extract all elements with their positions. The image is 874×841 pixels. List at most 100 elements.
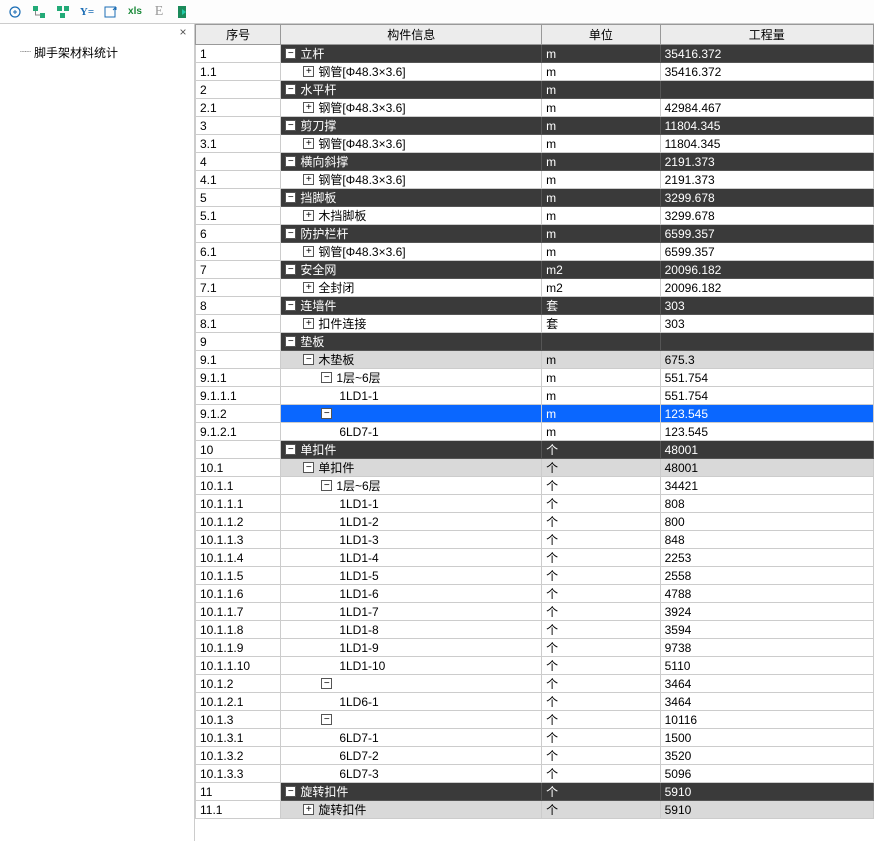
table-row[interactable]: 3.1+钢管[Φ48.3×3.6]m11804.345 bbox=[196, 135, 874, 153]
table-row[interactable]: 9.1.1−1层~6层m551.754 bbox=[196, 369, 874, 387]
table-row[interactable]: 10.1.1.91LD1-9个9738 bbox=[196, 639, 874, 657]
table-row[interactable]: 9.1.2.16LD7-1m123.545 bbox=[196, 423, 874, 441]
cell-unit: 个 bbox=[542, 567, 661, 585]
col-qty[interactable]: 工程量 bbox=[660, 25, 873, 45]
table-row[interactable]: 10.1.2−个3464 bbox=[196, 675, 874, 693]
table-row[interactable]: 7−安全网m220096.182 bbox=[196, 261, 874, 279]
node1-icon[interactable] bbox=[28, 2, 50, 22]
cell-qty: 35416.372 bbox=[660, 63, 873, 81]
table-row[interactable]: 9.1−木垫板m675.3 bbox=[196, 351, 874, 369]
table-row[interactable]: 10.1.3.26LD7-2个3520 bbox=[196, 747, 874, 765]
collapse-icon[interactable]: − bbox=[285, 48, 296, 59]
table-row[interactable]: 10.1.2.11LD6-1个3464 bbox=[196, 693, 874, 711]
collapse-icon[interactable]: − bbox=[285, 84, 296, 95]
expand-icon[interactable]: + bbox=[303, 174, 314, 185]
e-icon[interactable]: E bbox=[148, 2, 170, 22]
table-row[interactable]: 6.1+钢管[Φ48.3×3.6]m6599.357 bbox=[196, 243, 874, 261]
xls-icon[interactable]: xls bbox=[124, 2, 146, 22]
table-row[interactable]: 1−立杆m35416.372 bbox=[196, 45, 874, 63]
collapse-icon[interactable]: − bbox=[285, 300, 296, 311]
collapse-icon[interactable]: − bbox=[321, 678, 332, 689]
table-row[interactable]: 2.1+钢管[Φ48.3×3.6]m42984.467 bbox=[196, 99, 874, 117]
table-row[interactable]: 9.1.1.11LD1-1m551.754 bbox=[196, 387, 874, 405]
table-row[interactable]: 10.1.1.31LD1-3个848 bbox=[196, 531, 874, 549]
table-row[interactable]: 3−剪刀撑m11804.345 bbox=[196, 117, 874, 135]
table-row[interactable]: 1.1+钢管[Φ48.3×3.6]m35416.372 bbox=[196, 63, 874, 81]
grid-panel[interactable]: 序号 构件信息 单位 工程量 1−立杆m35416.3721.1+钢管[Φ48.… bbox=[195, 24, 874, 841]
collapse-icon[interactable]: − bbox=[321, 480, 332, 491]
table-row[interactable]: 2−水平杆m bbox=[196, 81, 874, 99]
table-row[interactable]: 10.1.1.81LD1-8个3594 bbox=[196, 621, 874, 639]
col-unit[interactable]: 单位 bbox=[542, 25, 661, 45]
table-row[interactable]: 4.1+钢管[Φ48.3×3.6]m2191.373 bbox=[196, 171, 874, 189]
table-row[interactable]: 10.1.3−个10116 bbox=[196, 711, 874, 729]
table-row[interactable]: 9−垫板 bbox=[196, 333, 874, 351]
table-row[interactable]: 10.1.1−1层~6层个34421 bbox=[196, 477, 874, 495]
link-icon[interactable] bbox=[4, 2, 26, 22]
col-seq[interactable]: 序号 bbox=[196, 25, 281, 45]
collapse-icon[interactable]: − bbox=[303, 354, 314, 365]
cell-unit: 个 bbox=[542, 747, 661, 765]
cell-info: 6LD7-2 bbox=[281, 747, 542, 765]
cell-qty: 2558 bbox=[660, 567, 873, 585]
tree-root-item[interactable]: ┈┈ 脚手架材料统计 bbox=[6, 42, 188, 63]
cell-seq: 10.1.1 bbox=[196, 477, 281, 495]
cell-seq: 10 bbox=[196, 441, 281, 459]
cell-unit: m bbox=[542, 351, 661, 369]
table-row[interactable]: 10.1.1.41LD1-4个2253 bbox=[196, 549, 874, 567]
exit-icon[interactable] bbox=[172, 2, 194, 22]
collapse-icon[interactable]: − bbox=[285, 120, 296, 131]
close-icon[interactable]: × bbox=[176, 26, 190, 40]
table-row[interactable]: 8.1+扣件连接套303 bbox=[196, 315, 874, 333]
expand-icon[interactable]: + bbox=[303, 246, 314, 257]
table-row[interactable]: 10−单扣件个48001 bbox=[196, 441, 874, 459]
cell-info: −1层~6层 bbox=[281, 369, 542, 387]
formula-icon[interactable]: Y= bbox=[76, 2, 98, 22]
col-info[interactable]: 构件信息 bbox=[281, 25, 542, 45]
table-row[interactable]: 10.1.1.101LD1-10个5110 bbox=[196, 657, 874, 675]
collapse-icon[interactable]: − bbox=[303, 462, 314, 473]
table-row[interactable]: 5−挡脚板m3299.678 bbox=[196, 189, 874, 207]
table-row[interactable]: 10.1.3.16LD7-1个1500 bbox=[196, 729, 874, 747]
expand-icon[interactable]: + bbox=[303, 138, 314, 149]
table-row[interactable]: 8−连墙件套303 bbox=[196, 297, 874, 315]
cell-seq: 10.1.1.1 bbox=[196, 495, 281, 513]
table-row[interactable]: 6−防护栏杆m6599.357 bbox=[196, 225, 874, 243]
table-row[interactable]: 10.1.1.51LD1-5个2558 bbox=[196, 567, 874, 585]
table-row[interactable]: 10.1.1.21LD1-2个800 bbox=[196, 513, 874, 531]
table-row[interactable]: 11.1+旋转扣件个5910 bbox=[196, 801, 874, 819]
export-icon[interactable] bbox=[100, 2, 122, 22]
table-row[interactable]: 10.1.1.71LD1-7个3924 bbox=[196, 603, 874, 621]
collapse-icon[interactable]: − bbox=[285, 444, 296, 455]
table-row[interactable]: 10.1.1.61LD1-6个4788 bbox=[196, 585, 874, 603]
table-row[interactable]: 4−横向斜撑m2191.373 bbox=[196, 153, 874, 171]
expand-icon[interactable]: + bbox=[303, 210, 314, 221]
collapse-icon[interactable]: − bbox=[321, 408, 332, 419]
table-row[interactable]: 7.1+全封闭m220096.182 bbox=[196, 279, 874, 297]
expand-icon[interactable]: + bbox=[303, 102, 314, 113]
expand-icon[interactable]: + bbox=[303, 282, 314, 293]
collapse-icon[interactable]: − bbox=[321, 372, 332, 383]
table-row[interactable]: 10.1.1.11LD1-1个808 bbox=[196, 495, 874, 513]
collapse-icon[interactable]: − bbox=[285, 192, 296, 203]
cell-qty: 3299.678 bbox=[660, 207, 873, 225]
collapse-icon[interactable]: − bbox=[285, 786, 296, 797]
collapse-icon[interactable]: − bbox=[285, 228, 296, 239]
table-row[interactable]: 10.1.3.36LD7-3个5096 bbox=[196, 765, 874, 783]
cell-qty: 5096 bbox=[660, 765, 873, 783]
cell-seq: 10.1.3 bbox=[196, 711, 281, 729]
expand-icon[interactable]: + bbox=[303, 804, 314, 815]
tree-connector-icon: ┈┈ bbox=[20, 47, 30, 58]
cell-info: +扣件连接 bbox=[281, 315, 542, 333]
node2-icon[interactable] bbox=[52, 2, 74, 22]
collapse-icon[interactable]: − bbox=[321, 714, 332, 725]
collapse-icon[interactable]: − bbox=[285, 336, 296, 347]
collapse-icon[interactable]: − bbox=[285, 156, 296, 167]
table-row[interactable]: 5.1+木挡脚板m3299.678 bbox=[196, 207, 874, 225]
table-row[interactable]: 11−旋转扣件个5910 bbox=[196, 783, 874, 801]
expand-icon[interactable]: + bbox=[303, 318, 314, 329]
collapse-icon[interactable]: − bbox=[285, 264, 296, 275]
expand-icon[interactable]: + bbox=[303, 66, 314, 77]
table-row[interactable]: 9.1.2−m123.545 bbox=[196, 405, 874, 423]
table-row[interactable]: 10.1−单扣件个48001 bbox=[196, 459, 874, 477]
